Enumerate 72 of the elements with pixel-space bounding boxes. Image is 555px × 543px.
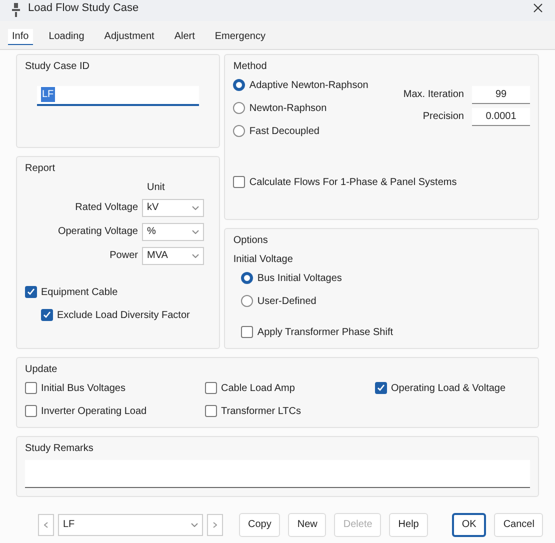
checkbox-label: Inverter Operating Load — [41, 404, 147, 418]
tab[interactable]: Loading — [44, 28, 88, 44]
study-case-id-field[interactable]: LF — [37, 86, 200, 106]
checkmark-icon — [27, 288, 35, 296]
group-label: Report — [25, 162, 56, 176]
number-field[interactable]: 99 — [472, 86, 530, 104]
checkbox[interactable] — [25, 382, 37, 394]
field-value: LF — [41, 87, 55, 102]
checkmark-icon — [377, 384, 385, 392]
group-label: Study Case ID — [25, 60, 90, 74]
checkbox[interactable] — [205, 405, 217, 417]
field-label: Precision — [422, 110, 464, 124]
radio-label: User-Defined — [257, 294, 316, 308]
checkbox-label: Exclude Load Diversity Factor — [57, 308, 190, 322]
caret-icon — [192, 230, 199, 234]
checkbox-label: Cable Load Amp — [221, 382, 295, 396]
group-label: Options — [233, 234, 269, 248]
unit-dropdown[interactable]: MVA — [142, 246, 204, 264]
chevron-right-icon — [213, 522, 217, 528]
caret-icon — [191, 522, 198, 526]
checkbox[interactable] — [205, 382, 217, 394]
radio-label: Newton-Raphson — [249, 102, 327, 116]
radio-label: Fast Decoupled — [249, 124, 320, 138]
checkbox-label: Transformer LTCs — [221, 404, 302, 418]
tab[interactable]: Adjustment — [100, 28, 158, 44]
checkbox[interactable] — [25, 286, 37, 298]
field-label: Rated Voltage — [74, 201, 138, 215]
unit-dropdown[interactable]: % — [142, 222, 204, 240]
checkbox-label: Apply Transformer Phase Shift — [257, 326, 394, 340]
study-case-dropdown[interactable]: LF — [58, 514, 203, 536]
checkmark-icon — [43, 311, 51, 319]
checkbox-label: Equipment Cable — [41, 286, 118, 300]
group-label: Study Remarks — [25, 442, 94, 456]
checkbox-label: Initial Bus Voltages — [41, 382, 126, 396]
checkbox[interactable] — [25, 405, 37, 417]
radio-button[interactable] — [241, 272, 254, 284]
checkbox[interactable] — [375, 382, 387, 394]
tab[interactable]: Alert — [170, 28, 199, 44]
initial-voltage-label: Initial Voltage — [233, 252, 294, 266]
number-field[interactable]: 0.0001 — [472, 108, 530, 126]
radio-button[interactable] — [241, 295, 254, 307]
radio-label: Adaptive Newton-Raphson — [249, 78, 368, 92]
checkbox-label: Operating Load & Voltage — [391, 382, 506, 396]
caret-icon — [192, 206, 199, 210]
caret-icon — [192, 254, 199, 258]
dialog-button[interactable]: OK — [452, 512, 486, 536]
checkbox[interactable] — [241, 326, 254, 338]
dialog-button[interactable]: Help — [389, 512, 428, 536]
dialog-button[interactable]: New — [288, 512, 326, 536]
radio-button[interactable] — [233, 102, 246, 114]
checkbox[interactable] — [233, 176, 246, 188]
field-label: Operating Voltage — [56, 225, 138, 239]
field-label: Max. Iteration — [403, 88, 464, 102]
app-icon — [12, 2, 20, 16]
radio-button[interactable] — [233, 125, 246, 137]
unit-label: Unit — [146, 180, 166, 194]
group-label: Method — [233, 60, 268, 74]
window-title: Load Flow Study Case — [28, 1, 139, 16]
close-icon[interactable] — [533, 2, 543, 12]
tab[interactable]: Emergency — [210, 28, 270, 44]
checkbox-label: Calculate Flows For 1-Phase & Panel Systems — [249, 176, 457, 190]
dialog-button[interactable]: Copy — [239, 512, 280, 536]
field-label: Power — [108, 249, 138, 263]
radio-label: Bus Initial Voltages — [257, 272, 342, 286]
chevron-left-icon — [44, 522, 48, 528]
unit-dropdown[interactable]: kV — [142, 198, 204, 216]
study-remarks-field[interactable] — [25, 460, 530, 488]
tab[interactable]: Info — [8, 28, 33, 44]
group-label: Update — [25, 362, 58, 376]
checkbox[interactable] — [41, 309, 53, 321]
dialog-button[interactable]: Cancel — [494, 512, 544, 536]
radio-button[interactable] — [233, 79, 246, 91]
